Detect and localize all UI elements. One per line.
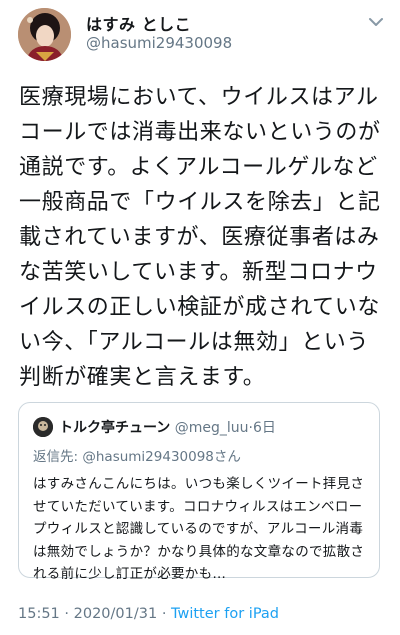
quoted-display-name[interactable]: トルク亭チューン — [59, 420, 170, 436]
tweet-date[interactable]: 2020/01/31 — [74, 606, 158, 622]
quoted-avatar[interactable] — [33, 417, 53, 437]
tweet-time[interactable]: 15:51 — [18, 606, 60, 622]
reply-prefix: 返信先: — [33, 449, 79, 465]
reply-suffix: さん — [213, 449, 241, 465]
reply-context: 返信先: @hasumi29430098さん — [33, 445, 241, 465]
tweet-text: 医療現場において、ウイルスはアルコールでは消毒出来ないというのが通説です。よくア… — [19, 85, 381, 390]
quoted-tweet-text: はすみさんこんにちは。いつも楽しくツイート拝見させていただいています。コロナウィ… — [33, 476, 365, 582]
user-handle[interactable]: @hasumi29430098 — [86, 34, 232, 52]
tweet-footer: 15:51 · 2020/01/31 · Twitter for iPad — [18, 606, 279, 622]
quoted-age: 6日 — [253, 420, 276, 436]
quoted-tweet-card[interactable]: トルク亭チューン @meg_luu·6日 返信先: @hasumi2943009… — [18, 402, 380, 582]
tweet-source-link[interactable]: Twitter for iPad — [171, 606, 279, 622]
display-name[interactable]: はすみ としこ — [86, 11, 191, 35]
chevron-down-icon[interactable] — [368, 16, 384, 28]
quoted-avatar-image — [33, 417, 53, 437]
footer-separator-2: · — [161, 606, 167, 622]
quoted-handle[interactable]: @meg_luu — [175, 420, 249, 436]
avatar-image — [18, 8, 71, 61]
reply-handle[interactable]: @hasumi29430098 — [82, 449, 214, 465]
avatar[interactable] — [18, 8, 71, 61]
quoted-header: トルク亭チューン @meg_luu·6日 — [59, 417, 276, 437]
footer-separator: · — [64, 606, 70, 622]
